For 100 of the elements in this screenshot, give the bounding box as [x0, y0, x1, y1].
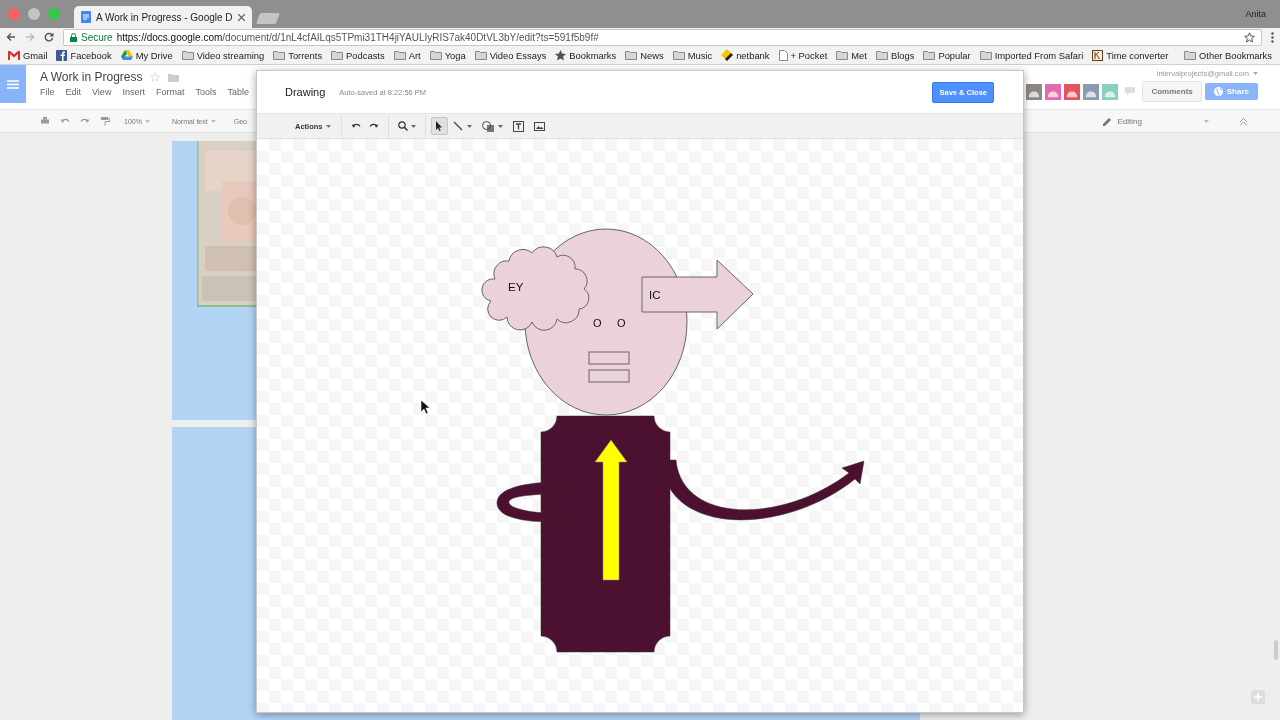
up-arrow-shape[interactable] [594, 439, 628, 581]
star-icon[interactable] [1244, 31, 1255, 43]
forward-icon[interactable] [25, 32, 35, 42]
bookmark[interactable]: Popular [923, 49, 971, 61]
caret-icon [1204, 119, 1209, 123]
folder-icon [836, 50, 849, 60]
mouth-bar[interactable] [588, 369, 630, 383]
block-arrow-shape[interactable] [641, 259, 754, 330]
folder-icon [331, 50, 344, 60]
folder-icon [474, 50, 487, 60]
lock-icon [70, 32, 77, 42]
avatar-icon[interactable] [1102, 83, 1119, 100]
menu-item[interactable]: Insert [122, 87, 145, 97]
url-text: https://docs.google.com/document/d/1nL4cfAILqs5TPmi31TH4jiYAULIyRIS7ak40DtVL3bY/edit?ts=591f5b9f# [116, 31, 599, 43]
bookmark[interactable]: Video streaming [181, 49, 265, 61]
bookmark[interactable]: Blogs [875, 49, 915, 61]
bookmark[interactable]: Time converter [1092, 49, 1169, 61]
pencil-icon [1102, 116, 1112, 126]
eye-text: O [593, 317, 602, 329]
folder-icon [1184, 50, 1197, 60]
select-tool[interactable] [430, 117, 448, 135]
bookmark[interactable]: Art [393, 49, 421, 61]
bookmark[interactable]: Facebook [56, 49, 112, 61]
caret-icon [144, 119, 150, 123]
plus-icon [1254, 693, 1262, 701]
close-icon[interactable] [237, 13, 245, 21]
bookmark[interactable]: netbank [721, 49, 770, 61]
menu-item[interactable]: View [92, 87, 112, 97]
avatar-icon[interactable] [1083, 83, 1100, 100]
print-icon[interactable] [40, 116, 50, 126]
menu-item[interactable]: Format [155, 87, 185, 97]
pointer-icon [435, 121, 443, 131]
avatar-icon[interactable] [1026, 83, 1043, 100]
triangle-icon [120, 50, 133, 60]
bookmark[interactable]: Video Essays [474, 49, 547, 61]
bookmark[interactable]: Other Bookmarks [1184, 49, 1272, 61]
zoom-icon [397, 121, 408, 131]
folder-icon [923, 50, 936, 60]
caret-icon [325, 124, 331, 128]
paint-roller-icon[interactable] [100, 116, 110, 126]
bookmark[interactable]: Music [672, 49, 713, 61]
cloud-shape[interactable] [481, 246, 590, 331]
arrow-label: IC [649, 289, 661, 301]
bookmark[interactable]: Podcasts [331, 49, 385, 61]
bookmark[interactable]: News [625, 49, 664, 61]
bookmark[interactable]: Bookmarks [555, 49, 617, 61]
folder-icon [979, 50, 992, 60]
menu-item[interactable]: Table [227, 87, 249, 97]
mouth-bar[interactable] [588, 351, 630, 365]
avatar-icon[interactable] [1045, 83, 1062, 100]
browser-tab[interactable]: A Work in Progress - Google D [74, 6, 252, 28]
main-menu-button[interactable] [0, 65, 26, 103]
curved-arrow-shape[interactable] [496, 481, 564, 528]
shapes-icon [481, 120, 494, 132]
document-title[interactable]: A Work in Progress [40, 70, 143, 84]
avatar-icon[interactable] [1064, 83, 1081, 100]
square-logo-icon [56, 49, 68, 61]
folder-icon [672, 50, 685, 60]
folder-icon[interactable] [168, 72, 180, 82]
bookmark[interactable]: Imported From Safari [979, 49, 1084, 61]
diamond-icon [721, 49, 734, 61]
bookmark[interactable]: Torrents [273, 49, 323, 61]
reload-icon[interactable] [44, 32, 54, 42]
text-box-icon [512, 120, 524, 132]
zoom-window-button[interactable] [48, 8, 60, 20]
caret-icon [497, 124, 503, 128]
menu-item[interactable]: File [40, 87, 55, 97]
menu-item[interactable]: Tools [195, 87, 217, 97]
dialog-title: Drawing [285, 86, 326, 98]
minimize-window-button[interactable] [28, 8, 40, 20]
page-icon [778, 49, 788, 61]
caret-icon [210, 119, 216, 123]
address-bar[interactable]: Secure https://docs.google.com/document/d/1nL4cfAILqs5TPmi31TH4jiYAULIyRIS7ak40DtVL3bY/edit?ts=591f5b9f# [63, 28, 1262, 46]
curved-arrow-shape[interactable] [660, 459, 865, 520]
envelope-icon [8, 50, 20, 60]
back-icon[interactable] [6, 32, 16, 42]
cursor-icon [420, 399, 431, 415]
document-icon [81, 11, 91, 23]
menu-icon[interactable] [1271, 31, 1274, 43]
folder-icon [625, 50, 638, 60]
caret-icon [466, 124, 472, 128]
cloud-label: EY [508, 281, 524, 293]
folder-icon [429, 50, 442, 60]
caret-icon [1253, 72, 1258, 75]
profile-name[interactable]: Anita [1245, 9, 1280, 19]
comments-button[interactable]: Comments [1142, 81, 1202, 102]
drawing-canvas[interactable]: EY IC O O [257, 139, 1023, 712]
menu-item[interactable]: Edit [65, 87, 82, 97]
new-tab-button[interactable] [255, 13, 280, 24]
bookmark[interactable]: My Drive [120, 49, 173, 61]
bookmark[interactable]: Yoga [429, 49, 466, 61]
editing-mode-dropdown[interactable]: Editing [1102, 116, 1209, 126]
folder-icon [181, 50, 194, 60]
bookmark[interactable]: Met [836, 49, 867, 61]
bookmark[interactable]: + Pocket [778, 49, 828, 61]
star-icon [555, 49, 567, 61]
scrollbar[interactable] [1274, 640, 1278, 660]
globe-icon [1213, 87, 1223, 96]
bookmark[interactable]: Gmail [8, 49, 48, 61]
collapse-icon[interactable] [1239, 116, 1248, 126]
